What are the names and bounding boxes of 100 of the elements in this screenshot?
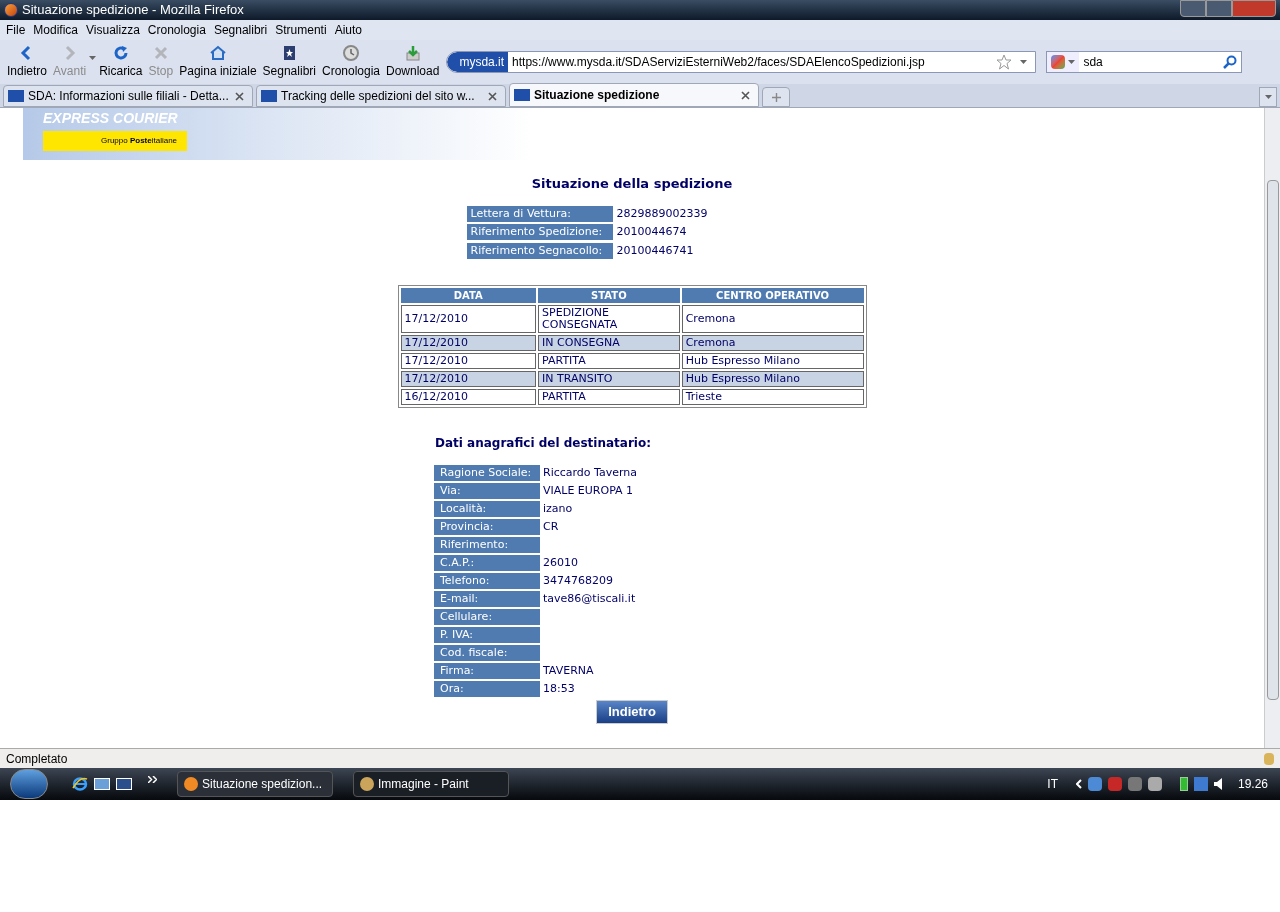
close-tab-icon[interactable] — [741, 90, 750, 100]
table-cell: PARTITA — [538, 353, 680, 369]
field-value: VIALE EUROPA 1 — [543, 482, 634, 499]
page-heading: Situazione della spedizione — [531, 175, 733, 193]
table-cell: SPEDIZIONE CONSEGNATA — [538, 305, 680, 333]
favicon-icon — [261, 90, 277, 102]
field-value: TAVERNA — [543, 662, 594, 679]
field-label: Firma: — [434, 663, 540, 679]
dropdown-caret-icon[interactable] — [1020, 60, 1028, 64]
column-header: DATA — [400, 288, 537, 303]
favicon-icon — [514, 89, 530, 101]
toolbar-button[interactable]: Ricarica — [96, 44, 146, 80]
field-label: Ragione Sociale: — [434, 465, 540, 481]
field-label: Cellulare: — [434, 609, 540, 625]
browser-tab[interactable]: SDA: Informazioni sulle filiali - Detta... — [3, 85, 253, 107]
table-cell: 17/12/2010 — [400, 353, 537, 369]
field-label: P. IVA: — [434, 627, 540, 643]
field-value: CR — [543, 518, 559, 535]
field-value: izano — [543, 500, 573, 517]
desktop-icon[interactable] — [94, 778, 110, 790]
toolbar-button[interactable]: Indietro — [4, 44, 51, 80]
show-hidden-icons-icon[interactable] — [1075, 779, 1082, 789]
start-button[interactable] — [10, 769, 48, 799]
menu-item[interactable]: Cronologia — [143, 21, 210, 39]
table-cell: 17/12/2010 — [400, 371, 537, 387]
language-indicator[interactable]: IT — [1047, 775, 1058, 793]
banner-title: EXPRESS COURIER — [43, 109, 179, 128]
table-cell: 17/12/2010 — [400, 305, 537, 333]
favicon-icon — [8, 90, 24, 102]
field-label: Cod. fiscale: — [434, 645, 540, 661]
brand-label: Gruppo Posteitaliane — [43, 131, 187, 151]
field-value: Riccardo Taverna — [543, 464, 638, 481]
field-value: 3474768209 — [543, 572, 613, 589]
field-label: Riferimento Segnacollo: — [466, 242, 613, 259]
column-header: STATO — [538, 288, 680, 303]
field-label: Provincia: — [434, 519, 540, 535]
field-label: Località: — [434, 501, 540, 517]
field-label: Riferimento Spedizione: — [466, 224, 613, 241]
browser-tab[interactable]: Tracking delle spedizioni del sito w... — [256, 85, 506, 107]
browser-icon[interactable] — [72, 776, 88, 792]
field-label: Lettera di Vettura: — [466, 205, 613, 222]
dropdown-caret-icon[interactable] — [89, 56, 97, 60]
toolbar-button[interactable]: Pagina iniziale — [176, 44, 260, 80]
table-cell: PARTITA — [538, 389, 680, 405]
menu-item[interactable]: File — [2, 21, 30, 39]
table-cell: Cremona — [681, 335, 864, 351]
table-cell: Trieste — [681, 389, 864, 405]
section-heading: Dati anagrafici del destinatario: — [435, 435, 653, 452]
menu-item[interactable]: Strumenti — [271, 21, 331, 39]
browser-tab[interactable]: Situazione spedizione — [509, 83, 759, 107]
maximize-button[interactable] — [1206, 0, 1232, 17]
scrollbar-thumb[interactable] — [1266, 180, 1279, 700]
battery-icon[interactable] — [1179, 777, 1188, 791]
field-value: 18:53 — [543, 680, 575, 697]
table-cell: Hub Espresso Milano — [681, 353, 864, 369]
field-label: C.A.P.: — [434, 555, 540, 571]
toolbar-button[interactable]: Segnalibri — [259, 44, 319, 80]
back-button[interactable]: Indietro — [596, 700, 668, 724]
field-value: tave86@tiscali.it — [543, 590, 636, 607]
field-value: 26010 — [543, 554, 578, 571]
overflow-chevron-icon[interactable] — [148, 776, 157, 783]
table-cell: IN CONSEGNA — [538, 335, 680, 351]
close-tab-icon[interactable] — [235, 91, 244, 101]
padlock-icon — [1264, 752, 1274, 765]
star-icon[interactable] — [996, 54, 1013, 70]
address-bar[interactable]: mysda.it https://www.mysda.it/SDAServiziEsterniWeb2/faces/SDAElencoSpedizioni.jsp — [446, 51, 1037, 73]
search-field[interactable]: sda — [1046, 51, 1243, 73]
field-value: 2010044674 — [616, 224, 687, 240]
field-label: Via: — [434, 483, 540, 499]
dropdown-caret-icon — [1264, 95, 1272, 99]
table-cell: Cremona — [681, 305, 864, 333]
tab-list-button[interactable] — [1259, 87, 1277, 107]
window-switch-icon[interactable] — [116, 778, 132, 790]
new-tab-button[interactable] — [762, 87, 790, 107]
menu-item[interactable]: Aiuto — [330, 21, 366, 39]
clock[interactable]: 19.26 — [1237, 775, 1268, 793]
window-title: Situazione spedizione - Mozilla Firefox — [22, 1, 244, 20]
field-label: Ora: — [434, 681, 540, 697]
toolbar-button[interactable]: Download — [383, 44, 443, 80]
taskbar-button[interactable]: Situazione spedizion... — [177, 771, 333, 797]
taskbar-button[interactable]: Immagine - Paint — [353, 771, 509, 797]
minimize-button[interactable] — [1180, 0, 1206, 17]
dropdown-caret-icon[interactable] — [1068, 60, 1076, 64]
close-tab-icon[interactable] — [488, 91, 497, 101]
table-cell: 17/12/2010 — [400, 335, 537, 351]
table-cell: Hub Espresso Milano — [681, 371, 864, 387]
search-icon[interactable] — [1223, 55, 1238, 69]
field-value: 20100446741 — [616, 242, 694, 259]
url-text: https://www.mysda.it/SDAServiziEsterniWeb2/faces/SDAElencoSpedizioni.jsp — [511, 54, 925, 71]
table-cell: IN TRANSITO — [538, 371, 680, 387]
menu-item[interactable]: Visualizza — [82, 21, 144, 39]
column-header: CENTRO OPERATIVO — [681, 288, 864, 303]
toolbar-button[interactable]: Cronologia — [318, 44, 383, 80]
table-cell: 16/12/2010 — [400, 389, 537, 405]
field-label: E-mail: — [434, 591, 540, 607]
plus-icon — [771, 92, 781, 102]
menu-item[interactable]: Modifica — [29, 21, 83, 39]
search-text: sda — [1082, 54, 1103, 71]
speaker-icon[interactable] — [1213, 778, 1222, 790]
menu-item[interactable]: Segnalibri — [209, 21, 272, 39]
